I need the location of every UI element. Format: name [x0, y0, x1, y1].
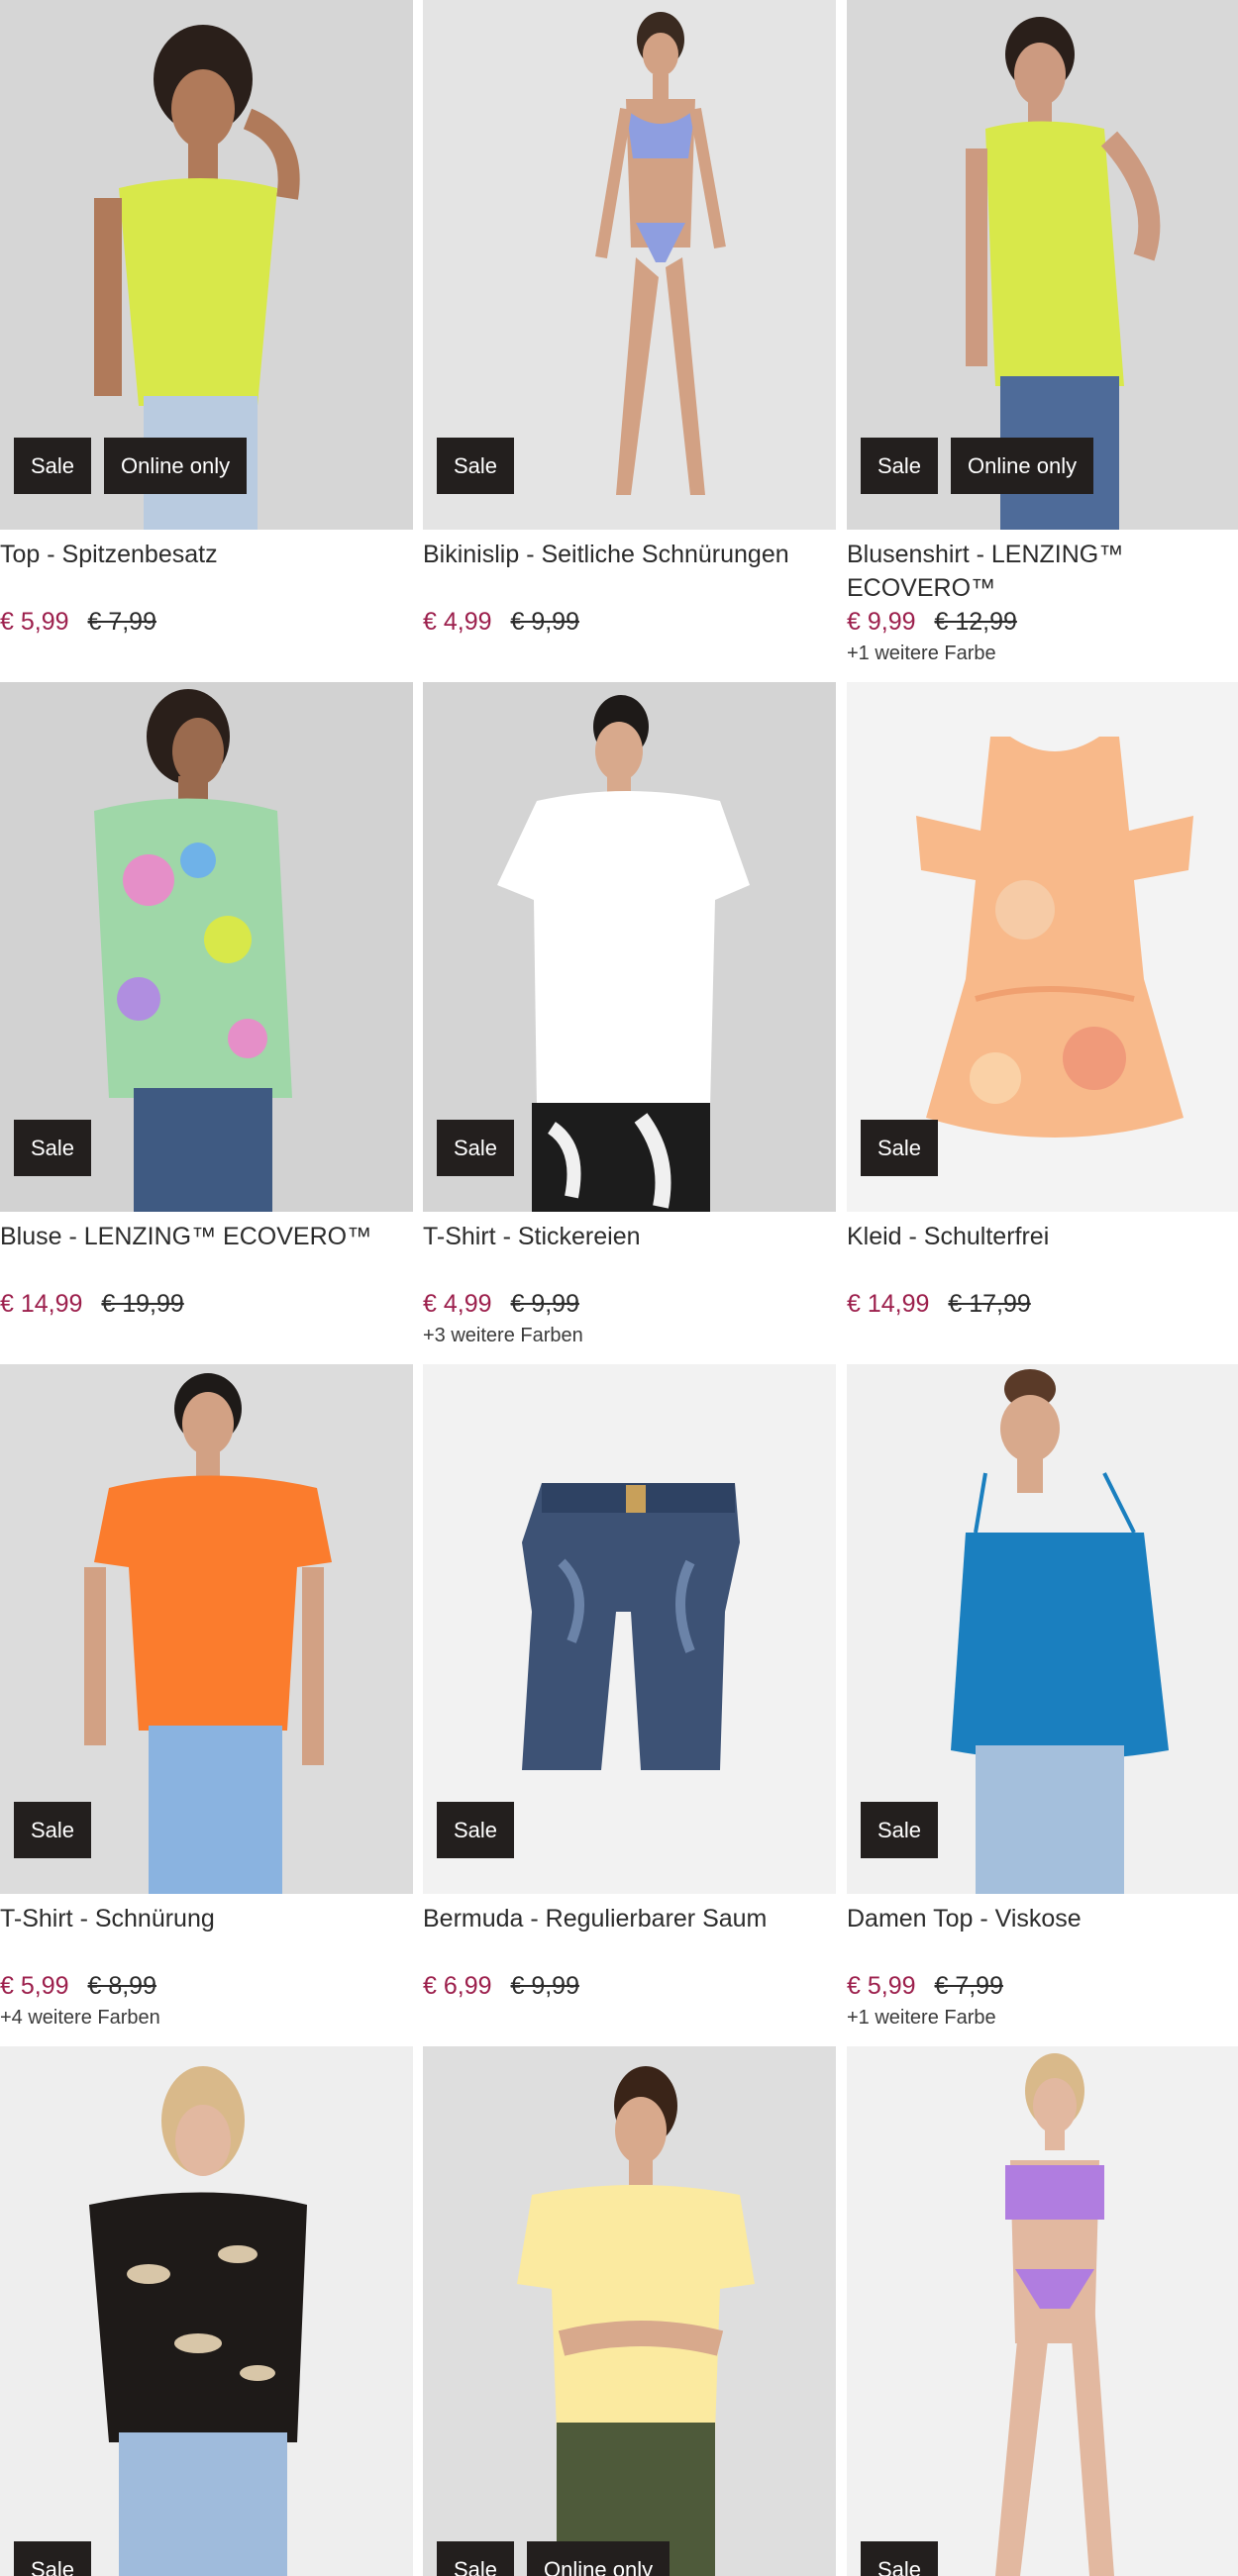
online-only-badge: Online only	[104, 438, 248, 494]
product-card[interactable]: Sale Bermuda - Regulierbarer Saum € 6,99…	[423, 1364, 836, 2005]
badge-group: Sale	[14, 2541, 92, 2576]
product-title[interactable]: Bluse - LENZING™ ECOVERO™	[0, 1220, 413, 1287]
product-card[interactable]: Sale Kleid - Schulterfrei € 14,99 € 17,9…	[847, 682, 1238, 1323]
product-card[interactable]: Sale Damen Top - Viskose € 5,99 € 7,99 +…	[847, 1364, 1238, 2031]
product-title[interactable]: Kleid - Schulterfrei	[847, 1220, 1238, 1287]
badge-group: Sale	[861, 2541, 939, 2576]
sale-badge: Sale	[14, 1120, 92, 1176]
product-image[interactable]: Sale Online only	[847, 0, 1238, 530]
sale-price: € 4,99	[423, 608, 492, 636]
sale-badge: Sale	[14, 1802, 92, 1858]
price-row: € 4,99 € 9,99	[423, 1287, 836, 1321]
sale-badge: Sale	[861, 438, 939, 494]
badge-group: Sale Online only	[437, 2541, 671, 2576]
product-image[interactable]: Sale	[423, 1364, 836, 1894]
sale-badge: Sale	[437, 1120, 515, 1176]
sale-badge: Sale	[14, 2541, 92, 2576]
price-row: € 4,99 € 9,99	[423, 605, 836, 639]
product-image[interactable]: Sale Online only	[423, 2046, 836, 2576]
price-row: € 6,99 € 9,99	[423, 1969, 836, 2003]
product-card[interactable]: Sale T-Shirt - Schnürung € 5,99 € 8,99 +…	[0, 1364, 413, 2031]
sale-price: € 5,99	[0, 1972, 69, 2000]
product-card[interactable]: Sale Online only Blusenshirt - LENZING™ …	[847, 0, 1238, 666]
sale-badge: Sale	[861, 2541, 939, 2576]
sale-price: € 14,99	[847, 1290, 930, 1318]
product-image[interactable]: Sale	[847, 2046, 1238, 2576]
sale-price: € 5,99	[0, 608, 69, 636]
product-card[interactable]: Sale T-Shirt - Stickereien € 4,99 € 9,99…	[423, 682, 836, 1348]
price-row: € 9,99 € 12,99	[847, 605, 1238, 639]
original-price: € 7,99	[934, 1972, 1003, 2000]
sale-price: € 6,99	[423, 1972, 492, 2000]
price-row: € 14,99 € 19,99	[0, 1287, 413, 1321]
product-photo	[0, 2046, 413, 2576]
sale-badge: Sale	[437, 438, 515, 494]
original-price: € 9,99	[510, 608, 579, 636]
product-image[interactable]: Sale	[0, 2046, 413, 2576]
badge-group: Sale Online only	[861, 438, 1094, 494]
price-row: € 14,99 € 17,99	[847, 1287, 1238, 1321]
price-row: € 5,99 € 8,99	[0, 1969, 413, 2003]
online-only-badge: Online only	[951, 438, 1094, 494]
product-image[interactable]: Sale Online only	[0, 0, 413, 530]
badge-group: Sale	[437, 1120, 515, 1176]
product-card[interactable]: Sale Bikinislip - Seitliche Schnürungen …	[423, 0, 836, 641]
sale-price: € 14,99	[0, 1290, 83, 1318]
badge-group: Sale	[437, 438, 515, 494]
product-image[interactable]: Sale	[847, 682, 1238, 1212]
product-image[interactable]: Sale	[847, 1364, 1238, 1894]
more-colors-link[interactable]: +3 weitere Farben	[423, 1323, 836, 1348]
original-price: € 9,99	[510, 1972, 579, 2000]
original-price: € 19,99	[101, 1290, 184, 1318]
badge-group: Sale	[437, 1802, 515, 1858]
product-image[interactable]: Sale	[423, 0, 836, 530]
sale-badge: Sale	[14, 438, 92, 494]
sale-badge: Sale	[437, 2541, 515, 2576]
product-title[interactable]: Top - Spitzenbesatz	[0, 538, 413, 605]
product-photo	[847, 2046, 1238, 2576]
product-image[interactable]: Sale	[423, 682, 836, 1212]
price-row: € 5,99 € 7,99	[847, 1969, 1238, 2003]
price-row: € 5,99 € 7,99	[0, 605, 413, 639]
original-price: € 17,99	[948, 1290, 1031, 1318]
product-image[interactable]: Sale	[0, 1364, 413, 1894]
original-price: € 9,99	[510, 1290, 579, 1318]
more-colors-link[interactable]: +1 weitere Farbe	[847, 2005, 1238, 2031]
original-price: € 12,99	[934, 608, 1017, 636]
product-image[interactable]: Sale	[0, 682, 413, 1212]
product-card[interactable]: Sale Online only Top - Spitzenbesatz € 5…	[0, 0, 413, 641]
badge-group: Sale	[14, 1802, 92, 1858]
product-photo	[423, 2046, 836, 2576]
badge-group: Sale	[861, 1120, 939, 1176]
sale-price: € 5,99	[847, 1972, 916, 2000]
product-card[interactable]: Sale	[0, 2046, 413, 2576]
original-price: € 8,99	[87, 1972, 156, 2000]
online-only-badge: Online only	[527, 2541, 671, 2576]
product-title[interactable]: Bermuda - Regulierbarer Saum	[423, 1902, 836, 1969]
badge-group: Sale	[861, 1802, 939, 1858]
sale-badge: Sale	[861, 1802, 939, 1858]
product-title[interactable]: T-Shirt - Stickereien	[423, 1220, 836, 1287]
sale-price: € 4,99	[423, 1290, 492, 1318]
sale-price: € 9,99	[847, 608, 916, 636]
product-title[interactable]: Damen Top - Viskose	[847, 1902, 1238, 1969]
badge-group: Sale Online only	[14, 438, 248, 494]
product-title[interactable]: T-Shirt - Schnürung	[0, 1902, 413, 1969]
product-title[interactable]: Bikinislip - Seitliche Schnürungen	[423, 538, 836, 605]
more-colors-link[interactable]: +4 weitere Farben	[0, 2005, 413, 2031]
badge-group: Sale	[14, 1120, 92, 1176]
sale-badge: Sale	[861, 1120, 939, 1176]
product-card[interactable]: Sale	[847, 2046, 1238, 2576]
original-price: € 7,99	[87, 608, 156, 636]
sale-badge: Sale	[437, 1802, 515, 1858]
product-card[interactable]: Sale Bluse - LENZING™ ECOVERO™ € 14,99 €…	[0, 682, 413, 1323]
more-colors-link[interactable]: +1 weitere Farbe	[847, 641, 1238, 666]
product-card[interactable]: Sale Online only	[423, 2046, 836, 2576]
product-title[interactable]: Blusenshirt - LENZING™ ECOVERO™	[847, 538, 1238, 605]
